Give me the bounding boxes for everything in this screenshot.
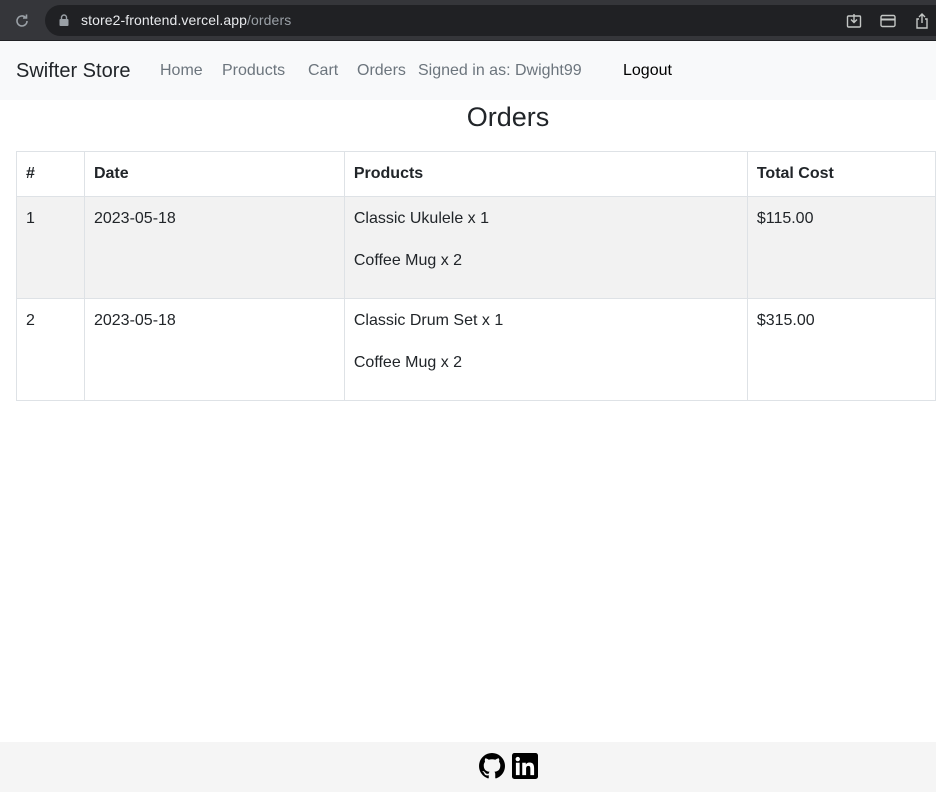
footer: [0, 742, 936, 792]
install-icon[interactable]: [844, 11, 864, 31]
card-icon[interactable]: [878, 11, 898, 31]
table-header: # Date Products Total Cost: [16, 151, 936, 197]
logout-link[interactable]: Logout: [623, 62, 672, 80]
table-row: 2 2023-05-18 Classic Drum Set x 1 Coffee…: [16, 298, 936, 401]
product-line: Classic Drum Set x 1: [353, 312, 504, 329]
nav-link-orders[interactable]: Orders: [357, 62, 406, 80]
order-total: $315.00: [746, 298, 936, 401]
navbar: Swifter Store Home Products Cart Orders …: [0, 41, 936, 100]
browser-toolbar: store2-frontend.vercel.app/orders: [0, 0, 936, 41]
order-date: 2023-05-18: [83, 298, 345, 401]
order-total: $115.00: [746, 196, 936, 299]
browser-actions: [844, 10, 932, 32]
reload-icon[interactable]: [12, 11, 32, 31]
order-date: 2023-05-18: [83, 196, 345, 299]
url-path: /orders: [247, 12, 292, 28]
brand-link[interactable]: Swifter Store: [16, 60, 130, 83]
column-header-date: Date: [83, 151, 345, 197]
url-host: store2-frontend.vercel.app: [81, 12, 248, 28]
order-number: 1: [16, 196, 85, 299]
table-header-row: # Date Products Total Cost: [16, 151, 936, 197]
page-title: Orders: [466, 102, 550, 132]
footer-social-links: [479, 753, 538, 779]
product-line: Coffee Mug x 2: [353, 354, 463, 371]
nav-link-products[interactable]: Products: [222, 62, 285, 80]
nav-link-cart[interactable]: Cart: [308, 62, 338, 80]
column-header-number: #: [16, 151, 85, 197]
column-header-total-cost: Total Cost: [746, 151, 936, 197]
github-icon[interactable]: [479, 753, 505, 779]
share-icon[interactable]: [912, 11, 932, 31]
linkedin-icon[interactable]: [512, 753, 538, 779]
signed-in-text: Signed in as: Dwight99: [418, 62, 582, 79]
table-body: 1 2023-05-18 Classic Ukulele x 1 Coffee …: [16, 196, 936, 401]
url-text: store2-frontend.vercel.app/orders: [81, 12, 291, 28]
product-line: Coffee Mug x 2: [353, 252, 463, 269]
order-products: Classic Ukulele x 1 Coffee Mug x 2: [343, 196, 748, 299]
order-products: Classic Drum Set x 1 Coffee Mug x 2: [343, 298, 748, 401]
product-line: Classic Ukulele x 1: [353, 210, 490, 227]
table-row: 1 2023-05-18 Classic Ukulele x 1 Coffee …: [16, 196, 936, 299]
order-number: 2: [16, 298, 85, 401]
nav-link-home[interactable]: Home: [160, 62, 203, 80]
orders-table: # Date Products Total Cost 1 2023-05-18 …: [16, 151, 936, 401]
column-header-products: Products: [343, 151, 748, 197]
address-bar[interactable]: store2-frontend.vercel.app/orders: [45, 5, 936, 36]
lock-icon: [57, 13, 71, 27]
